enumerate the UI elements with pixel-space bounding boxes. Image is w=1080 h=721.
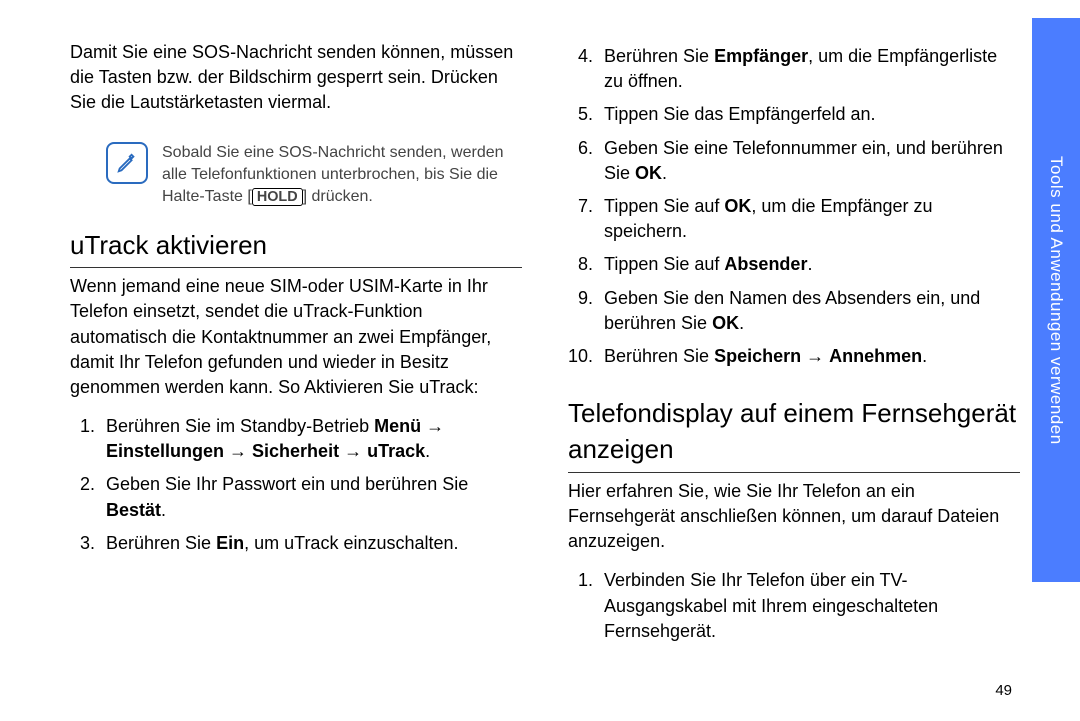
heading-utrack: uTrack aktivieren (70, 227, 522, 268)
utrack-steps-continued: Berühren Sie Empfänger, um die Empfänger… (568, 44, 1020, 377)
list-item: Berühren Sie Empfänger, um die Empfänger… (598, 44, 1020, 94)
note-text: Sobald Sie eine SOS-Nachricht senden, we… (162, 142, 522, 209)
note-text-post: ] drücken. (303, 188, 373, 205)
hold-key: HOLD (252, 188, 303, 206)
page-number: 49 (995, 680, 1012, 701)
list-item: Tippen Sie auf OK, um die Empfänger zu s… (598, 194, 1020, 244)
list-item: Berühren Sie Ein, um uTrack einzuschalte… (100, 531, 522, 556)
list-item: Tippen Sie das Empfängerfeld an. (598, 102, 1020, 127)
sos-intro-paragraph: Damit Sie eine SOS-Nachricht senden könn… (70, 40, 522, 116)
utrack-steps: Berühren Sie im Standby-Betrieb Menü → E… (70, 414, 522, 564)
list-item: Geben Sie eine Telefonnummer ein, und be… (598, 136, 1020, 186)
side-tab: Tools und Anwendungen verwenden (1032, 0, 1080, 721)
side-tab-blue: Tools und Anwendungen verwenden (1032, 18, 1080, 582)
utrack-description: Wenn jemand eine neue SIM-oder USIM-Kart… (70, 274, 522, 400)
list-item: Berühren Sie Speichern → Annehmen. (598, 344, 1020, 369)
tv-steps: Verbinden Sie Ihr Telefon über ein TV-Au… (568, 568, 1020, 652)
right-column: Berühren Sie Empfänger, um die Empfänger… (568, 40, 1020, 691)
list-item: Verbinden Sie Ihr Telefon über ein TV-Au… (598, 568, 1020, 644)
pencil-icon (106, 142, 148, 184)
side-tab-label: Tools und Anwendungen verwenden (1044, 156, 1068, 445)
list-item: Tippen Sie auf Absender. (598, 252, 1020, 277)
tv-description: Hier erfahren Sie, wie Sie Ihr Telefon a… (568, 479, 1020, 555)
list-item: Geben Sie den Namen des Absenders ein, u… (598, 286, 1020, 336)
left-column: Damit Sie eine SOS-Nachricht senden könn… (70, 40, 522, 691)
note-block: Sobald Sie eine SOS-Nachricht senden, we… (106, 142, 522, 209)
list-item: Berühren Sie im Standby-Betrieb Menü → E… (100, 414, 522, 464)
list-item: Geben Sie Ihr Passwort ein und berühren … (100, 472, 522, 522)
page-content: Damit Sie eine SOS-Nachricht senden könn… (70, 40, 1020, 691)
heading-tv: Telefondisplay auf einem Fernsehgerät an… (568, 395, 1020, 473)
